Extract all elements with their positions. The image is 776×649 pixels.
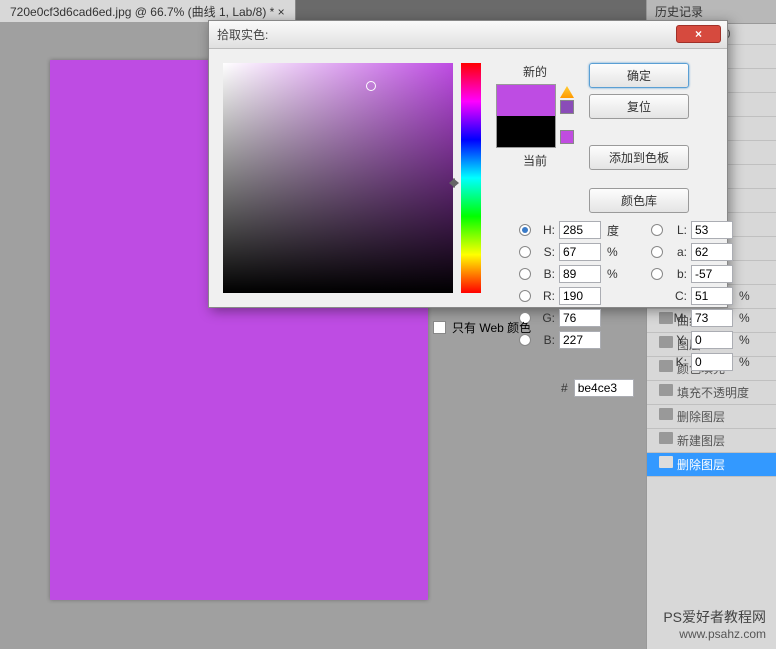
mode-radio[interactable]: [519, 246, 531, 258]
G-input[interactable]: [559, 309, 601, 327]
mode-radio[interactable]: [651, 246, 663, 258]
field-label: L:: [669, 223, 687, 237]
field-label: S:: [537, 245, 555, 259]
history-item[interactable]: 新建图层: [647, 429, 776, 453]
dialog-title: 拾取实色:: [217, 28, 268, 42]
gamut-warning-icon[interactable]: [560, 86, 574, 98]
hue-slider[interactable]: [461, 63, 481, 293]
mode-radio[interactable]: [519, 290, 531, 302]
field-label: M:: [669, 311, 687, 325]
M-input[interactable]: [691, 309, 733, 327]
Bv-input[interactable]: [559, 265, 601, 283]
websafe-swatch[interactable]: [560, 130, 574, 144]
unit: %: [607, 267, 623, 281]
history-item[interactable]: 删除图层: [647, 405, 776, 429]
color-value-fields: H: 度 L: S:% a: B:% b: R: C:% G: M:% B: Y:% K:% #: [519, 221, 776, 397]
field-label: B:: [537, 333, 555, 347]
unit: %: [739, 289, 755, 303]
color-library-button[interactable]: 颜色库: [589, 188, 689, 213]
new-color-swatch: [497, 85, 555, 116]
R-input[interactable]: [559, 287, 601, 305]
dialog-titlebar[interactable]: 拾取实色: ×: [209, 21, 727, 49]
unit: %: [607, 245, 623, 259]
hex-input[interactable]: [574, 379, 634, 397]
color-picker-dialog: 拾取实色: × 新的: [208, 20, 728, 308]
close-button[interactable]: ×: [676, 25, 721, 43]
web-colors-checkbox[interactable]: [433, 321, 446, 334]
gamut-swatch[interactable]: [560, 100, 574, 114]
current-color-swatch: [497, 116, 555, 147]
unit: %: [739, 333, 755, 347]
color-swatch[interactable]: [496, 84, 556, 148]
field-label: B:: [537, 267, 555, 281]
b-input[interactable]: [691, 265, 733, 283]
field-label: K:: [669, 355, 687, 369]
saturation-value-field[interactable]: [223, 63, 453, 293]
sv-marker[interactable]: [366, 81, 376, 91]
web-colors-label: 只有 Web 颜色: [452, 319, 531, 336]
ok-button[interactable]: 确定: [589, 63, 689, 88]
hue-slider-arrow-right: [453, 178, 459, 188]
watermark: PS爱好者教程网 www.psahz.com: [663, 607, 766, 641]
a-input[interactable]: [691, 243, 733, 261]
field-label: C:: [669, 289, 687, 303]
mode-radio[interactable]: [519, 268, 531, 280]
H-input[interactable]: [559, 221, 601, 239]
unit: %: [739, 355, 755, 369]
Bb-input[interactable]: [559, 331, 601, 349]
watermark-url: www.psahz.com: [663, 627, 766, 641]
C-input[interactable]: [691, 287, 733, 305]
K-input[interactable]: [691, 353, 733, 371]
mode-radio[interactable]: [519, 224, 531, 236]
Y-input[interactable]: [691, 331, 733, 349]
field-label: R:: [537, 289, 555, 303]
field-label: a:: [669, 245, 687, 259]
mode-radio[interactable]: [651, 224, 663, 236]
history-item[interactable]: 删除图层: [647, 453, 776, 477]
mode-radio[interactable]: [651, 268, 663, 280]
unit: %: [739, 311, 755, 325]
reset-button[interactable]: 复位: [589, 94, 689, 119]
L-input[interactable]: [691, 221, 733, 239]
field-label: G:: [537, 311, 555, 325]
current-color-label: 当前: [523, 152, 547, 169]
field-label: Y:: [669, 333, 687, 347]
field-label: b:: [669, 267, 687, 281]
unit: 度: [607, 222, 623, 239]
S-input[interactable]: [559, 243, 601, 261]
new-color-label: 新的: [523, 63, 547, 80]
hex-label: #: [561, 381, 568, 395]
watermark-title: PS爱好者教程网: [663, 607, 766, 627]
add-swatch-button[interactable]: 添加到色板: [589, 145, 689, 170]
field-label: H:: [537, 223, 555, 237]
